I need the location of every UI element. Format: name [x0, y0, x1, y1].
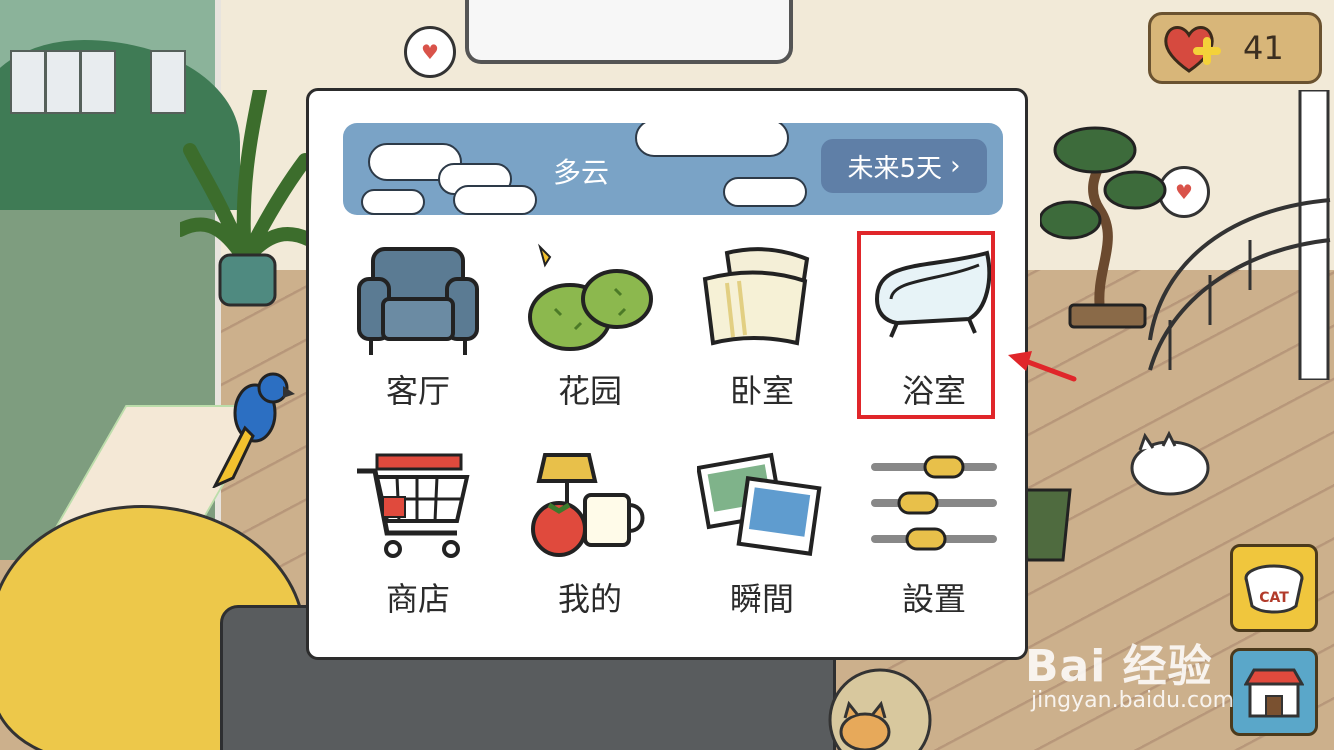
watermark-url: jingyan.baidu.com — [1031, 688, 1235, 713]
baidu-watermark: Bai 经验 jingyan.baidu.com — [1025, 630, 1325, 720]
pillows-icon — [702, 247, 810, 346]
menu-item-garden[interactable]: 花园 — [515, 231, 665, 421]
menu-item-living-room[interactable]: 客厅 — [343, 231, 493, 421]
white-cat[interactable] — [1125, 430, 1215, 500]
potted-plant — [180, 90, 310, 307]
cloud-icon — [635, 123, 789, 157]
weather-banner: 多云 未来5天 › — [343, 123, 1003, 215]
shopping-cart-icon — [357, 453, 470, 558]
menu-item-settings[interactable]: 設置 — [859, 439, 1009, 629]
menu-item-label: 花园 — [557, 372, 622, 410]
cloud-icon — [361, 189, 425, 215]
cloud-icon — [723, 177, 807, 207]
wall-shelf — [465, 0, 793, 64]
cloud-icon — [453, 185, 537, 215]
heart-count: 41 — [1243, 29, 1284, 67]
armchair-icon — [357, 247, 479, 355]
lamp-tomato-mug-icon — [531, 453, 645, 557]
pointer-arrow-icon — [1008, 351, 1077, 382]
menu-item-label: 設置 — [901, 580, 966, 618]
menu-item-label: 卧室 — [729, 372, 794, 410]
five-day-forecast-button[interactable]: 未来5天 › — [821, 139, 987, 193]
cat-food-label: CAT — [1259, 590, 1289, 606]
menu-item-label: 客厅 — [385, 372, 450, 410]
menu-item-label: 商店 — [385, 580, 450, 618]
sliders-icon — [871, 455, 997, 551]
menu-item-shop[interactable]: 商店 — [343, 439, 493, 629]
photos-icon — [697, 452, 822, 556]
menu-item-my-stuff[interactable]: 我的 — [515, 439, 665, 629]
heart-counter[interactable]: 41 — [1148, 12, 1322, 84]
parrot — [212, 372, 295, 488]
watermark-brand: Bai 经验 — [1025, 641, 1213, 692]
spiral-staircase — [1148, 90, 1331, 380]
cat-food-button[interactable]: CAT — [1230, 544, 1318, 632]
bathroom-highlight-box — [857, 231, 995, 419]
heart-bubble-icon[interactable]: ♥ — [404, 26, 456, 78]
orange-cat[interactable] — [835, 700, 895, 750]
forecast-label: 未来5天 — [847, 153, 943, 184]
menu-item-label: 我的 — [557, 580, 622, 618]
chevron-right-icon: › — [950, 151, 961, 181]
cat-food-bowl-icon: CAT — [1244, 564, 1304, 614]
weather-condition: 多云 — [553, 156, 610, 189]
menu-item-bedroom[interactable]: 卧室 — [687, 231, 837, 421]
menu-item-moments[interactable]: 瞬間 — [687, 439, 837, 629]
menu-item-label: 瞬間 — [729, 580, 794, 618]
garden-bush-icon — [528, 243, 653, 351]
heart-plus-icon — [1164, 26, 1221, 73]
